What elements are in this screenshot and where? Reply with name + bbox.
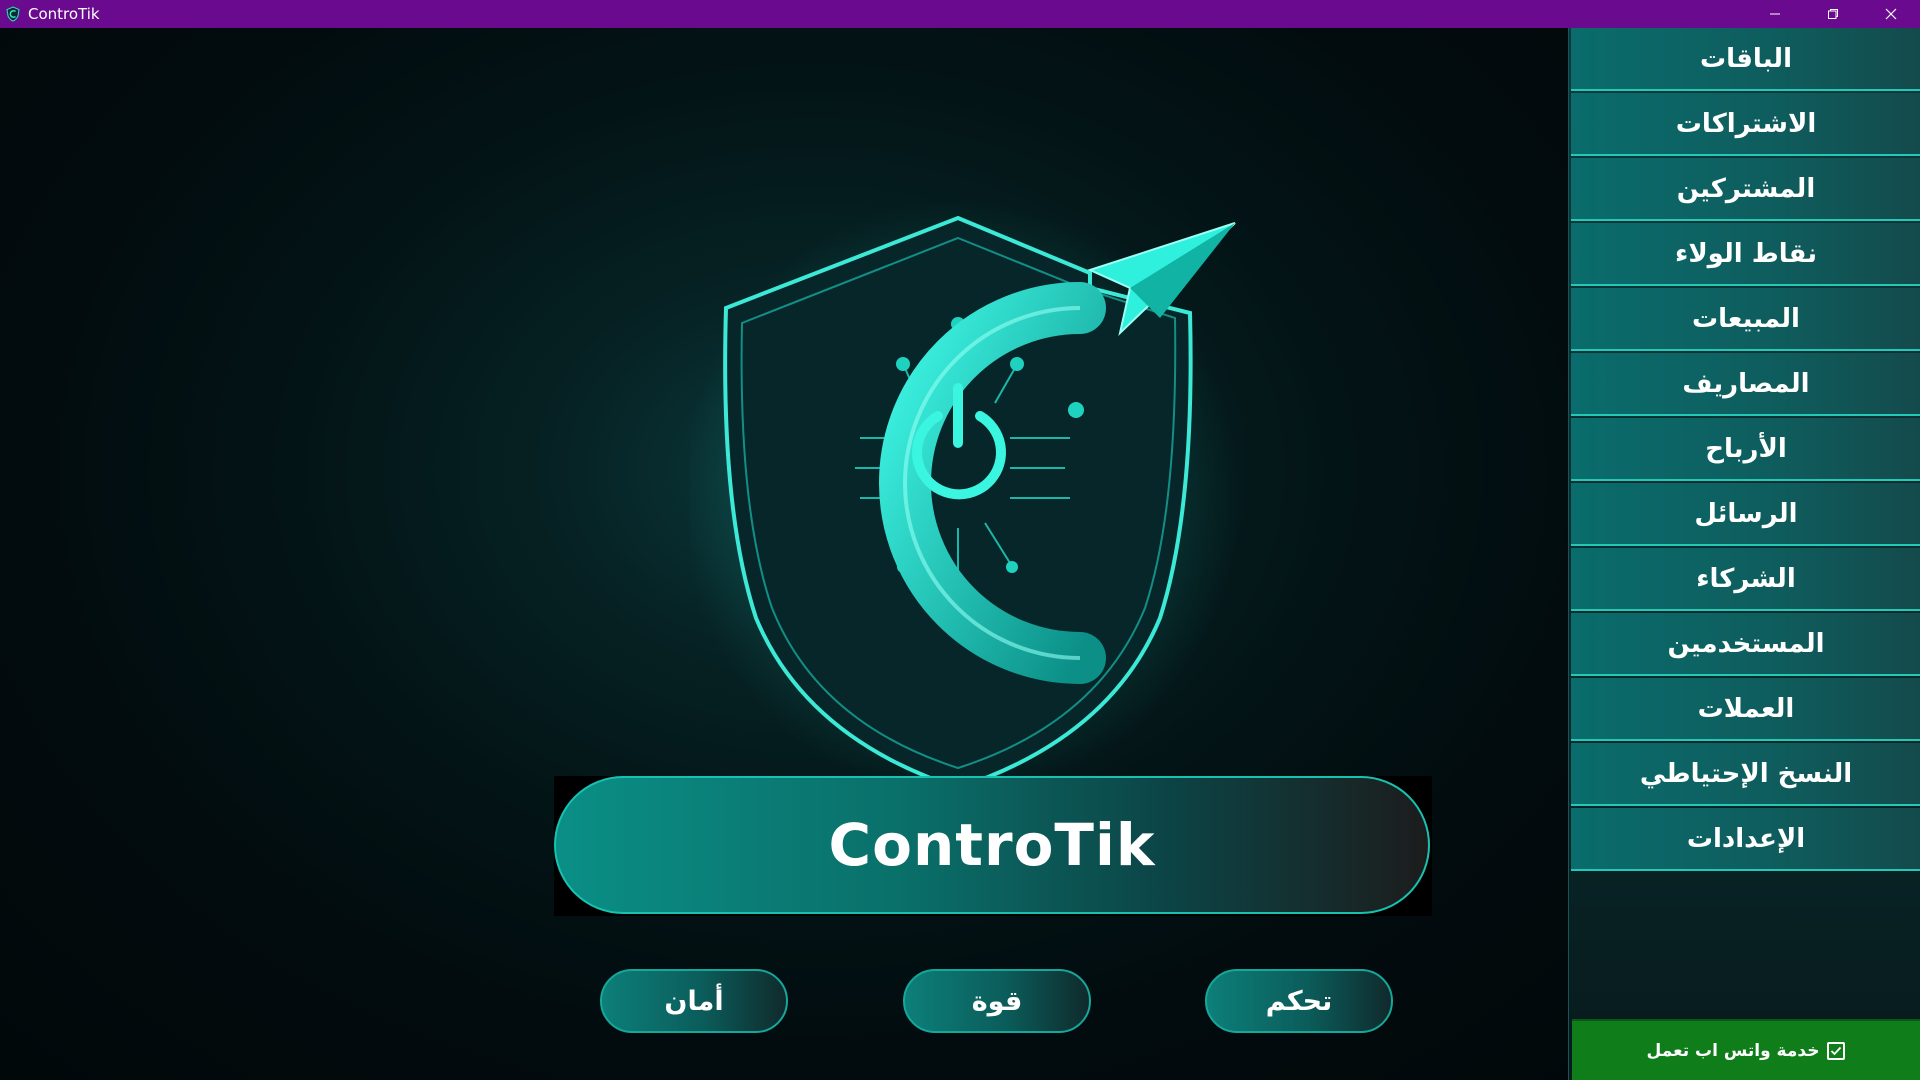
sidebar-item-settings[interactable]: الإعدادات bbox=[1571, 808, 1920, 871]
minimize-button[interactable] bbox=[1746, 0, 1804, 28]
sidebar-item-expenses[interactable]: المصاريف bbox=[1571, 353, 1920, 416]
checkbox-checked-icon bbox=[1827, 1041, 1846, 1060]
sidebar-item-profits[interactable]: الأرباح bbox=[1571, 418, 1920, 481]
sidebar-item-subscriptions[interactable]: الاشتراكات bbox=[1571, 93, 1920, 156]
sidebar-item-packages[interactable]: الباقات bbox=[1571, 28, 1920, 91]
tag-security[interactable]: أمان bbox=[600, 969, 788, 1033]
title-bar: ControTik bbox=[0, 0, 1920, 28]
minimize-icon bbox=[1770, 13, 1780, 15]
sidebar-item-backup[interactable]: النسخ الإحتياطي bbox=[1571, 743, 1920, 806]
sidebar: الباقات الاشتراكات المشتركين نقاط الولاء… bbox=[1568, 28, 1920, 1080]
close-button[interactable] bbox=[1862, 0, 1920, 28]
sidebar-item-currencies[interactable]: العملات bbox=[1571, 678, 1920, 741]
sidebar-item-partners[interactable]: الشركاء bbox=[1571, 548, 1920, 611]
whatsapp-status-checkbox[interactable]: خدمة واتس اب تعمل bbox=[1572, 1019, 1920, 1080]
controtik-logo bbox=[680, 178, 1270, 798]
restore-button[interactable] bbox=[1804, 0, 1862, 28]
brand-name: ControTik bbox=[828, 811, 1156, 879]
main-area: ControTik تحكم قوة أمان bbox=[0, 28, 1568, 1080]
tag-control[interactable]: تحكم bbox=[1205, 969, 1393, 1033]
sidebar-item-subscribers[interactable]: المشتركين bbox=[1571, 158, 1920, 221]
sidebar-item-loyalty[interactable]: نقاط الولاء bbox=[1571, 223, 1920, 286]
sidebar-item-messages[interactable]: الرسائل bbox=[1571, 483, 1920, 546]
app-icon bbox=[4, 5, 22, 23]
brand-pill: ControTik bbox=[554, 776, 1430, 914]
sidebar-item-users[interactable]: المستخدمين bbox=[1571, 613, 1920, 676]
brand-banner: ControTik bbox=[554, 776, 1432, 916]
window-controls bbox=[1746, 0, 1920, 28]
close-icon bbox=[1885, 8, 1897, 20]
window-title: ControTik bbox=[28, 5, 100, 23]
tag-power[interactable]: قوة bbox=[903, 969, 1091, 1033]
sidebar-item-sales[interactable]: المبيعات bbox=[1571, 288, 1920, 351]
whatsapp-status-label: خدمة واتس اب تعمل bbox=[1646, 1040, 1820, 1061]
restore-icon bbox=[1828, 9, 1838, 19]
